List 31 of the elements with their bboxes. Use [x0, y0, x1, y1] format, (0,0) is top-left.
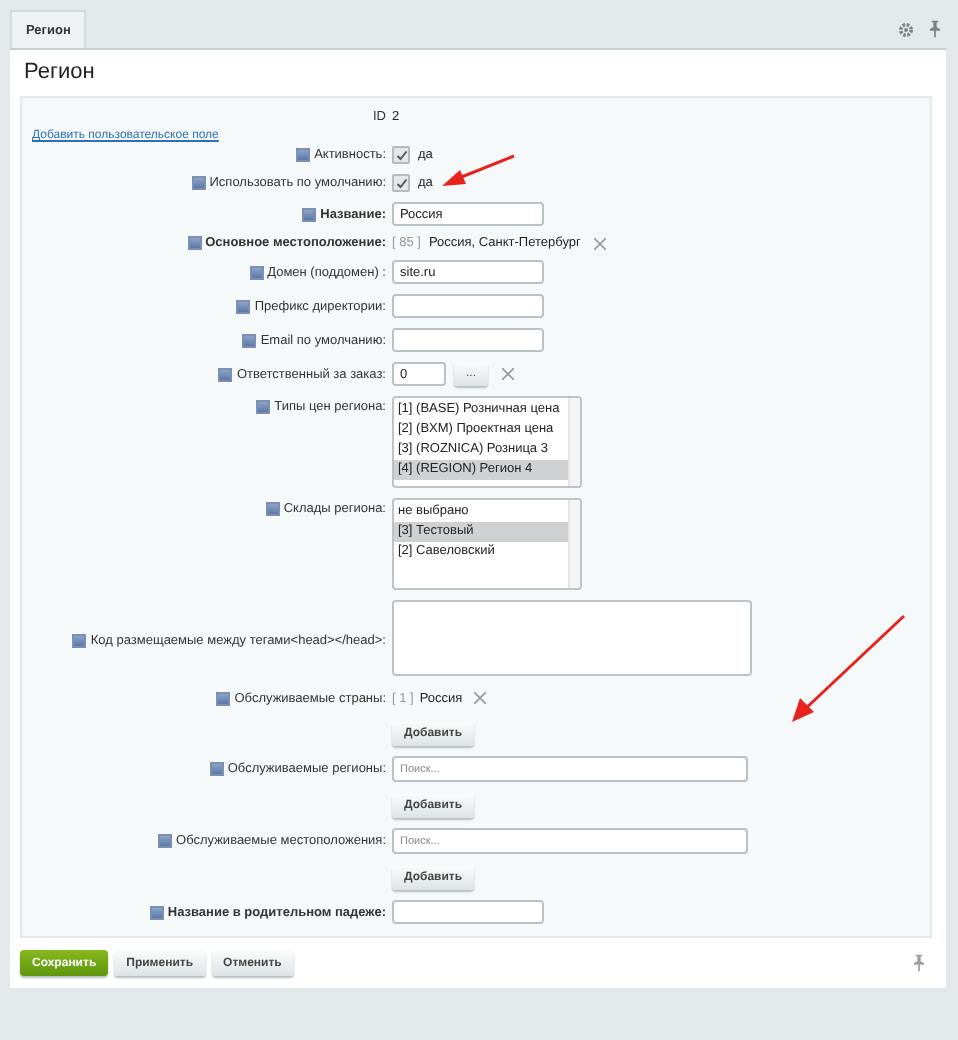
field-hint-icon[interactable] [209, 762, 224, 776]
pin-icon[interactable] [914, 954, 924, 972]
checkbox[interactable] [392, 174, 410, 192]
remove-icon[interactable] [502, 368, 515, 380]
field-hint-icon[interactable] [158, 834, 173, 848]
field-hint-icon[interactable] [265, 502, 280, 516]
field-hint-icon[interactable] [302, 207, 317, 221]
field-hint-icon[interactable] [236, 299, 251, 313]
settings-icon[interactable] [898, 21, 914, 37]
remove-icon[interactable] [594, 237, 607, 249]
text-field[interactable] [392, 900, 544, 924]
pin-icon[interactable] [930, 20, 940, 38]
field-hint-icon[interactable] [216, 692, 231, 706]
field-hint-icon[interactable] [256, 400, 271, 414]
scrollbar[interactable] [568, 500, 580, 588]
field-hint-icon[interactable] [249, 265, 264, 279]
field-hint-icon[interactable] [191, 176, 206, 190]
field-hint-icon[interactable] [149, 905, 164, 919]
annotation-arrow [438, 152, 518, 192]
field-hint-icon[interactable] [296, 148, 311, 162]
field-hint-icon[interactable] [72, 633, 87, 647]
field-hint-icon[interactable] [187, 236, 202, 250]
field-hint-icon[interactable] [242, 333, 257, 347]
annotation-arrow [788, 614, 908, 726]
checkbox[interactable] [392, 146, 410, 164]
text-field[interactable] [392, 328, 544, 352]
page-title: Регион [24, 60, 97, 84]
remove-icon[interactable] [474, 692, 487, 704]
text-field[interactable] [392, 294, 544, 318]
scrollbar[interactable] [568, 398, 580, 486]
field-hint-icon[interactable] [218, 367, 233, 381]
